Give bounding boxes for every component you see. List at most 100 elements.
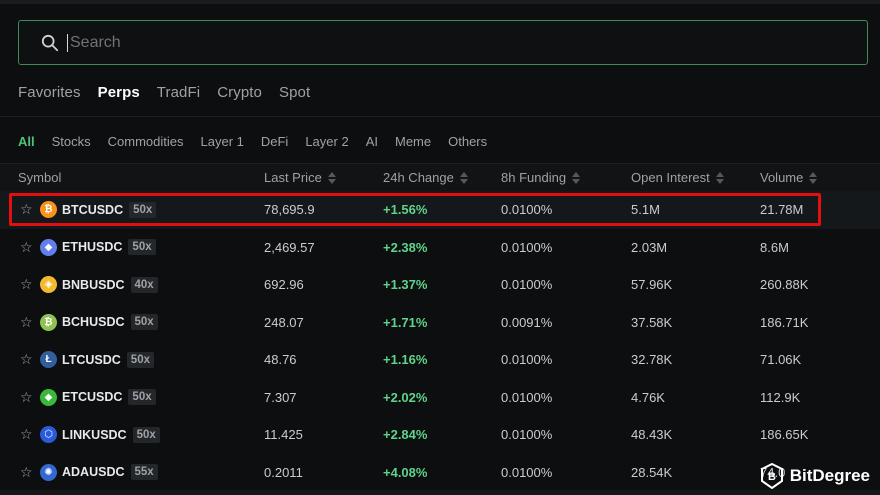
symbol-cell[interactable]: LTCUSDC 50x: [62, 341, 154, 379]
tab-tradfi[interactable]: TradFi: [157, 84, 200, 104]
bnb-icon: ◈: [40, 276, 57, 294]
last-price: 0.2011: [264, 464, 303, 480]
symbol-cell[interactable]: BCHUSDC 50x: [62, 304, 158, 342]
leverage-badge: 50x: [128, 239, 156, 256]
change-24h: +1.71%: [383, 314, 428, 330]
change-24h: +2.38%: [383, 239, 428, 255]
leverage-badge: 50x: [132, 426, 160, 443]
star-icon[interactable]: ☆: [20, 416, 33, 454]
star-icon[interactable]: ☆: [20, 229, 33, 267]
column-label: Symbol: [18, 170, 62, 185]
watermark-text: BitDegree: [789, 466, 870, 485]
sort-icon[interactable]: [809, 171, 818, 184]
market-table-body: ☆ ₿ BTCUSDC 50x 78,695.9 +1.56% 0.0100% …: [0, 191, 880, 491]
table-row[interactable]: ☆ ⬡ LINKUSDC 50x 11.425 +2.84% 0.0100% 4…: [0, 416, 880, 454]
category-meme[interactable]: Meme: [395, 134, 431, 149]
table-row[interactable]: ☆ ✺ ADAUSDC 55x 0.2011 +4.08% 0.0100% 28…: [0, 454, 880, 492]
symbol-name: LTCUSDC: [62, 352, 121, 367]
category-defi[interactable]: DeFi: [261, 134, 288, 149]
change-24h: +1.37%: [383, 277, 428, 293]
symbol-cell[interactable]: BNBUSDC 40x: [62, 266, 158, 304]
coin-icon: ◈: [40, 266, 57, 304]
open-interest: 37.58K: [631, 314, 673, 330]
table-row[interactable]: ☆ ₿ BTCUSDC 50x 78,695.9 +1.56% 0.0100% …: [0, 191, 880, 229]
symbol-cell[interactable]: ETHUSDC 50x: [62, 229, 156, 267]
symbol-cell[interactable]: LINKUSDC 50x: [62, 416, 160, 454]
coin-icon: ₿: [40, 191, 57, 229]
search-box[interactable]: [18, 20, 868, 65]
leverage-badge: 50x: [129, 201, 157, 218]
litecoin-icon: Ł: [40, 351, 57, 369]
bitdegree-watermark: B BitDegree: [760, 463, 870, 489]
star-icon[interactable]: ☆: [20, 341, 33, 379]
category-layer-2[interactable]: Layer 2: [305, 134, 348, 149]
sort-icon[interactable]: [459, 171, 468, 184]
tab-favorites[interactable]: Favorites: [18, 84, 81, 104]
volume: 260.88K: [760, 277, 809, 293]
column-8h-funding[interactable]: 8h Funding: [501, 170, 581, 185]
column-symbol: Symbol: [18, 170, 61, 185]
category-all[interactable]: All: [18, 134, 35, 149]
coin-icon: ₿: [40, 304, 57, 342]
category-others[interactable]: Others: [448, 134, 487, 149]
symbol-name: BNBUSDC: [62, 277, 125, 292]
cardano-icon: ✺: [40, 463, 57, 481]
category-layer-1[interactable]: Layer 1: [201, 134, 244, 149]
symbol-name: BCHUSDC: [62, 315, 125, 330]
funding-8h: 0.0100%: [501, 239, 553, 255]
search-icon: [41, 34, 59, 51]
coin-icon: Ł: [40, 341, 57, 379]
last-price: 78,695.9: [264, 202, 315, 218]
symbol-cell[interactable]: BTCUSDC 50x: [62, 191, 157, 229]
change-24h: +4.08%: [383, 464, 428, 480]
column-last-price[interactable]: Last Price: [264, 170, 336, 185]
star-icon[interactable]: ☆: [20, 304, 33, 342]
tab-crypto[interactable]: Crypto: [217, 84, 262, 104]
table-row[interactable]: ☆ ◆ ETHUSDC 50x 2,469.57 +2.38% 0.0100% …: [0, 229, 880, 267]
last-price: 48.76: [264, 352, 297, 368]
leverage-badge: 40x: [130, 276, 158, 293]
table-row[interactable]: ☆ ◈ BNBUSDC 40x 692.96 +1.37% 0.0100% 57…: [0, 266, 880, 304]
column-volume[interactable]: Volume: [760, 170, 818, 185]
sort-icon[interactable]: [715, 171, 724, 184]
category-commodities[interactable]: Commodities: [108, 134, 184, 149]
symbol-cell[interactable]: ADAUSDC 55x: [62, 454, 158, 492]
last-price: 692.96: [264, 277, 304, 293]
volume: 186.71K: [760, 314, 809, 330]
category-stocks[interactable]: Stocks: [52, 134, 91, 149]
table-row[interactable]: ☆ ₿ BCHUSDC 50x 248.07 +1.71% 0.0091% 37…: [0, 304, 880, 342]
funding-8h: 0.0100%: [501, 277, 553, 293]
volume: 186.65K: [760, 427, 809, 443]
star-icon[interactable]: ☆: [20, 191, 33, 229]
leverage-badge: 50x: [128, 389, 156, 406]
open-interest: 32.78K: [631, 352, 673, 368]
leverage-badge: 50x: [126, 351, 154, 368]
bitcoin-icon: ₿: [40, 201, 57, 219]
symbol-cell[interactable]: ETCUSDC 50x: [62, 379, 156, 417]
tab-spot[interactable]: Spot: [279, 84, 310, 104]
search-input[interactable]: [67, 33, 827, 52]
coin-icon: ◆: [40, 379, 57, 417]
table-row[interactable]: ☆ ◆ ETCUSDC 50x 7.307 +2.02% 0.0100% 4.7…: [0, 379, 880, 417]
column-label: Last Price: [264, 170, 322, 185]
volume: 112.9K: [760, 389, 801, 405]
star-icon[interactable]: ☆: [20, 266, 33, 304]
sort-icon[interactable]: [327, 171, 336, 184]
open-interest: 5.1M: [631, 202, 660, 218]
column-open-interest[interactable]: Open Interest: [631, 170, 724, 185]
sort-icon[interactable]: [572, 171, 581, 184]
category-ai[interactable]: AI: [366, 134, 378, 149]
star-icon[interactable]: ☆: [20, 379, 33, 417]
symbol-name: LINKUSDC: [62, 427, 127, 442]
leverage-badge: 50x: [130, 314, 158, 331]
last-price: 7.307: [264, 389, 297, 405]
last-price: 2,469.57: [264, 239, 315, 255]
column-label: Open Interest: [631, 170, 710, 185]
column-24h-change[interactable]: 24h Change: [383, 170, 468, 185]
star-icon[interactable]: ☆: [20, 454, 33, 492]
tab-perps[interactable]: Perps: [98, 84, 140, 104]
top-bar: [0, 0, 880, 4]
bottom-strip: [0, 490, 880, 495]
table-row[interactable]: ☆ Ł LTCUSDC 50x 48.76 +1.16% 0.0100% 32.…: [0, 341, 880, 379]
column-label: Volume: [760, 170, 804, 185]
